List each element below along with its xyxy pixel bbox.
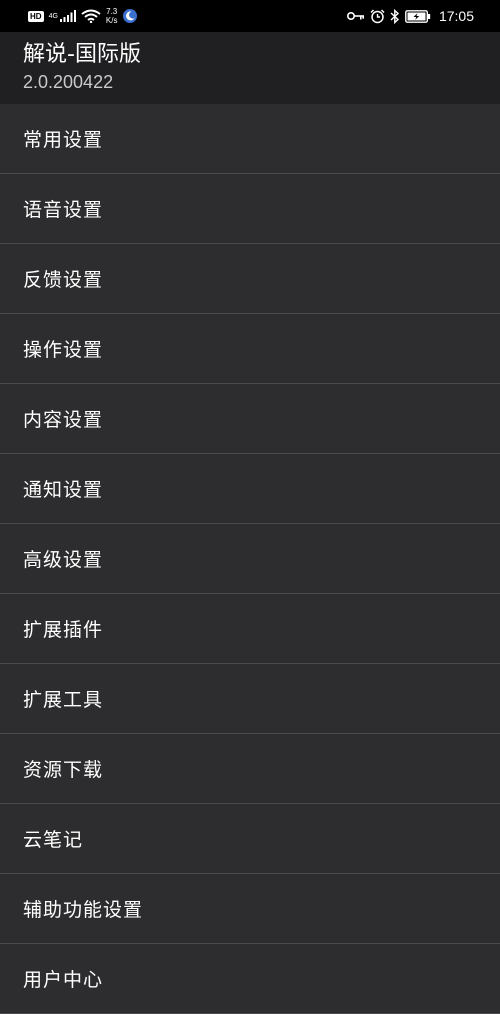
status-bar-right: 17:05 [346,8,474,24]
menu-item-resource-download[interactable]: 资源下载 [0,734,500,804]
network-speed-value: 7.3 [106,7,118,16]
menu-item-operation-settings[interactable]: 操作设置 [0,314,500,384]
wifi-icon [81,9,101,23]
menu-item-common-settings[interactable]: 常用设置 [0,104,500,174]
menu-item-extension-plugins[interactable]: 扩展插件 [0,594,500,664]
menu-item-cloud-notes[interactable]: 云笔记 [0,804,500,874]
network-speed: 7.3 K/s [106,7,118,25]
menu-item-extension-tools[interactable]: 扩展工具 [0,664,500,734]
network-type: 4G [48,13,58,20]
menu-item-voice-settings[interactable]: 语音设置 [0,174,500,244]
moon-icon [122,8,138,24]
menu-item-feedback-settings[interactable]: 反馈设置 [0,244,500,314]
menu-item-content-settings[interactable]: 内容设置 [0,384,500,454]
app-version: 2.0.200422 [23,72,114,92]
key-icon [346,11,365,21]
settings-menu: 常用设置 语音设置 反馈设置 操作设置 内容设置 通知设置 高级设置 扩展插件 … [0,104,500,1014]
hd-badge: HD [28,10,44,22]
network-speed-unit: K/s [105,16,118,25]
menu-item-accessibility-settings[interactable]: 辅助功能设置 [0,874,500,944]
alarm-icon [370,8,385,24]
bluetooth-icon [390,8,400,24]
signal-icon [59,10,76,22]
status-bar-left: HD 4G 7.3 K/s [28,7,138,25]
status-time: 17:05 [438,8,474,24]
app-title: 解说-国际版 [23,42,141,67]
menu-item-notification-settings[interactable]: 通知设置 [0,454,500,524]
battery-charging-icon [405,9,431,23]
menu-item-user-center[interactable]: 用户中心 [0,944,500,1014]
menu-item-advanced-settings[interactable]: 高级设置 [0,524,500,594]
status-bar: HD 4G 7.3 K/s 17:05 [0,0,500,32]
app-bar: 解说-国际版 2.0.200422 [0,32,500,104]
